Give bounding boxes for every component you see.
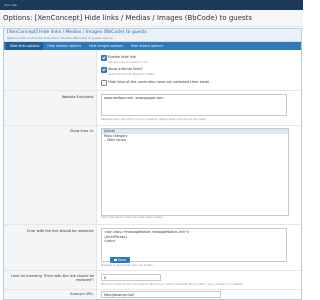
tab-hide-attach-options[interactable]: Hide attach options xyxy=(127,42,167,50)
options-form: Enable hide link Let hide links to visit… xyxy=(4,50,301,298)
breadcrumb[interactable]: Your site xyxy=(4,3,17,7)
limit-error-input[interactable]: 0 xyxy=(101,274,161,281)
website-excluded-label: Website Excluded: xyxy=(61,95,94,99)
options-panel: [XenConcept] Hide links / Medias / Image… xyxy=(3,28,302,300)
anonym-url-label: Anonym URL: xyxy=(70,292,94,296)
limit-error-hint: Maximum number of links to be replaced w… xyxy=(101,283,244,286)
row-divider xyxy=(4,90,301,91)
enable-hide-link-label: Enable hide link xyxy=(108,55,136,59)
page-title: Options: [XenConcept] Hide links / Media… xyxy=(3,14,253,22)
allow-internal-links-checkbox[interactable] xyxy=(101,67,107,73)
page-header: Options: [XenConcept] Hide links / Media… xyxy=(0,10,303,27)
website-excluded-textarea[interactable]: www.xenforo.com, www.google.com xyxy=(101,94,287,116)
enable-hide-link-checkbox[interactable] xyxy=(101,55,107,61)
row-divider xyxy=(4,270,301,271)
save-button-label: Save xyxy=(117,258,126,262)
error-message-hint: Message to show when links are hidden xyxy=(101,264,153,267)
show-links-in-select[interactable]: (None) Main category -- Main forum xyxy=(101,128,289,216)
tab-hide-medias-options[interactable]: Hide medias options xyxy=(43,42,85,50)
allow-internal-links-hint: Allow internal link display to visitors xyxy=(108,72,155,76)
hide-unvalidated-users-checkbox[interactable] xyxy=(101,80,107,86)
show-links-in-label: Show links in: xyxy=(69,129,94,133)
tab-bar: Hide links options Hide medias options H… xyxy=(4,42,301,50)
label-column xyxy=(4,50,97,298)
panel-heading: [XenConcept] Hide links / Medias / Image… xyxy=(7,30,147,35)
tab-hide-links-options[interactable]: Hide links options xyxy=(6,42,44,50)
error-message-label: Error with the link should be replaced: xyxy=(27,229,94,233)
anonym-url-input[interactable]: http://anonym.to/? xyxy=(101,291,221,298)
enable-hide-link-hint: Let hide links to visitors or not xyxy=(108,60,148,64)
hide-unvalidated-users-label: Hide links of the users who have not val… xyxy=(108,80,210,84)
row-divider xyxy=(4,125,301,126)
website-excluded-hint: Separate each site with a comma, Allows … xyxy=(101,118,207,121)
panel-header: [XenConcept] Hide links / Medias / Image… xyxy=(4,29,301,42)
code-line: </div> xyxy=(104,239,116,243)
save-icon xyxy=(114,258,117,262)
tab-hide-images-options[interactable]: Hide images options xyxy=(85,42,127,50)
allow-internal-links-label: Allow internal links? xyxy=(108,67,143,71)
list-option[interactable]: -- Main forum xyxy=(102,138,288,143)
save-button[interactable]: Save xyxy=(110,257,130,263)
show-links-in-hint: Select the forums where the links will b… xyxy=(101,216,164,219)
limit-error-label: Limit for inserting "Error with the link… xyxy=(10,274,94,282)
row-divider xyxy=(4,289,301,290)
top-nav-bar: Your site xyxy=(0,0,303,10)
panel-subheading: Options that control the Hide links / Me… xyxy=(7,35,115,40)
row-divider xyxy=(4,224,301,225)
